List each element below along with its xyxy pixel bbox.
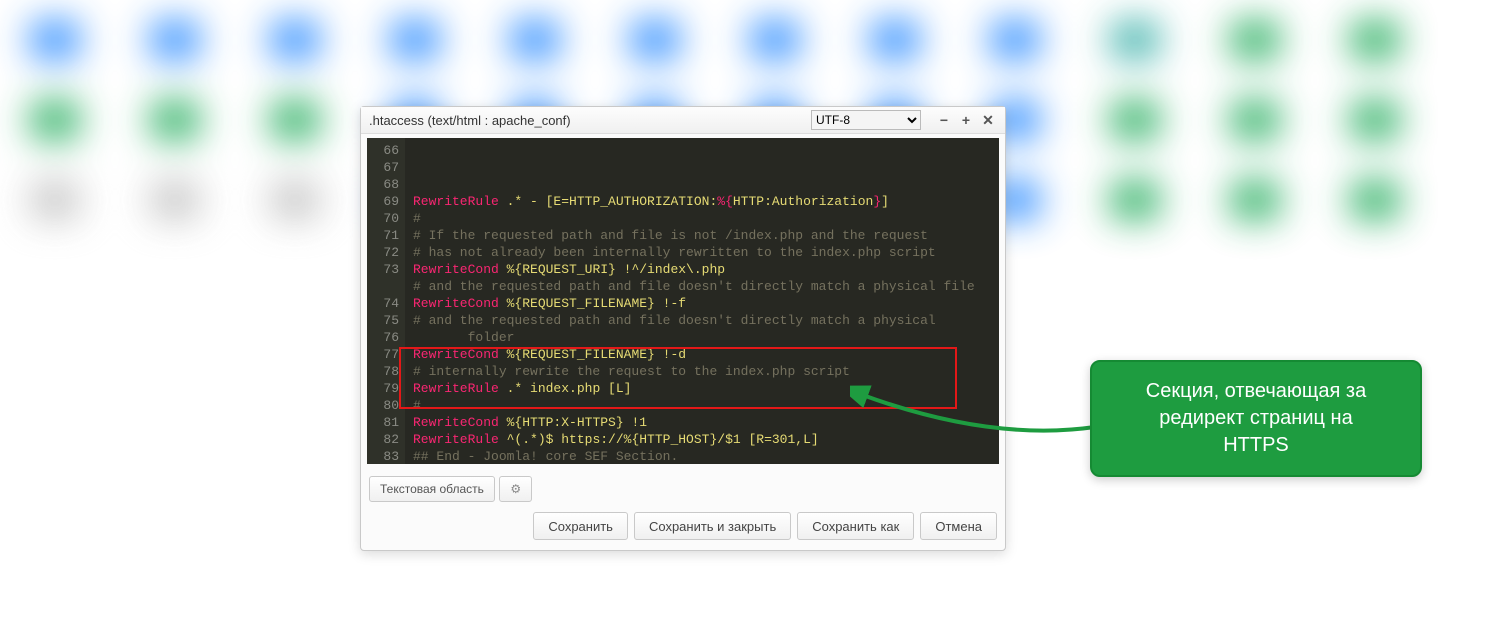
editor-toolbar: Текстовая область [361, 470, 1005, 508]
dialog-footer: Сохранить Сохранить и закрыть Сохранить … [361, 508, 1005, 550]
save-as-button[interactable]: Сохранить как [797, 512, 914, 540]
save-button[interactable]: Сохранить [533, 512, 628, 540]
callout-line: редирект страниц на [1106, 405, 1406, 432]
window-title: .htaccess (text/html : apache_conf) [369, 113, 811, 128]
minimize-icon[interactable]: − [935, 111, 953, 129]
settings-button[interactable] [499, 476, 532, 502]
callout-line: HTTPS [1106, 432, 1406, 459]
maximize-icon[interactable]: + [957, 111, 975, 129]
callout-line: Секция, отвечающая за [1106, 378, 1406, 405]
annotation-callout: Секция, отвечающая за редирект страниц н… [1090, 360, 1422, 477]
save-close-button[interactable]: Сохранить и закрыть [634, 512, 791, 540]
cancel-button[interactable]: Отмена [920, 512, 997, 540]
encoding-select[interactable]: UTF-8 [811, 110, 921, 130]
line-gutter: 6667686970717273 74757677787980818283 [367, 138, 405, 464]
close-icon[interactable]: ✕ [979, 111, 997, 129]
titlebar: .htaccess (text/html : apache_conf) UTF-… [361, 107, 1005, 134]
editor-window: .htaccess (text/html : apache_conf) UTF-… [360, 106, 1006, 551]
code-area[interactable]: RewriteRule .* - [E=HTTP_AUTHORIZATION:%… [405, 138, 999, 464]
textarea-mode-button[interactable]: Текстовая область [369, 476, 495, 502]
code-editor[interactable]: 6667686970717273 74757677787980818283 Re… [367, 138, 999, 464]
